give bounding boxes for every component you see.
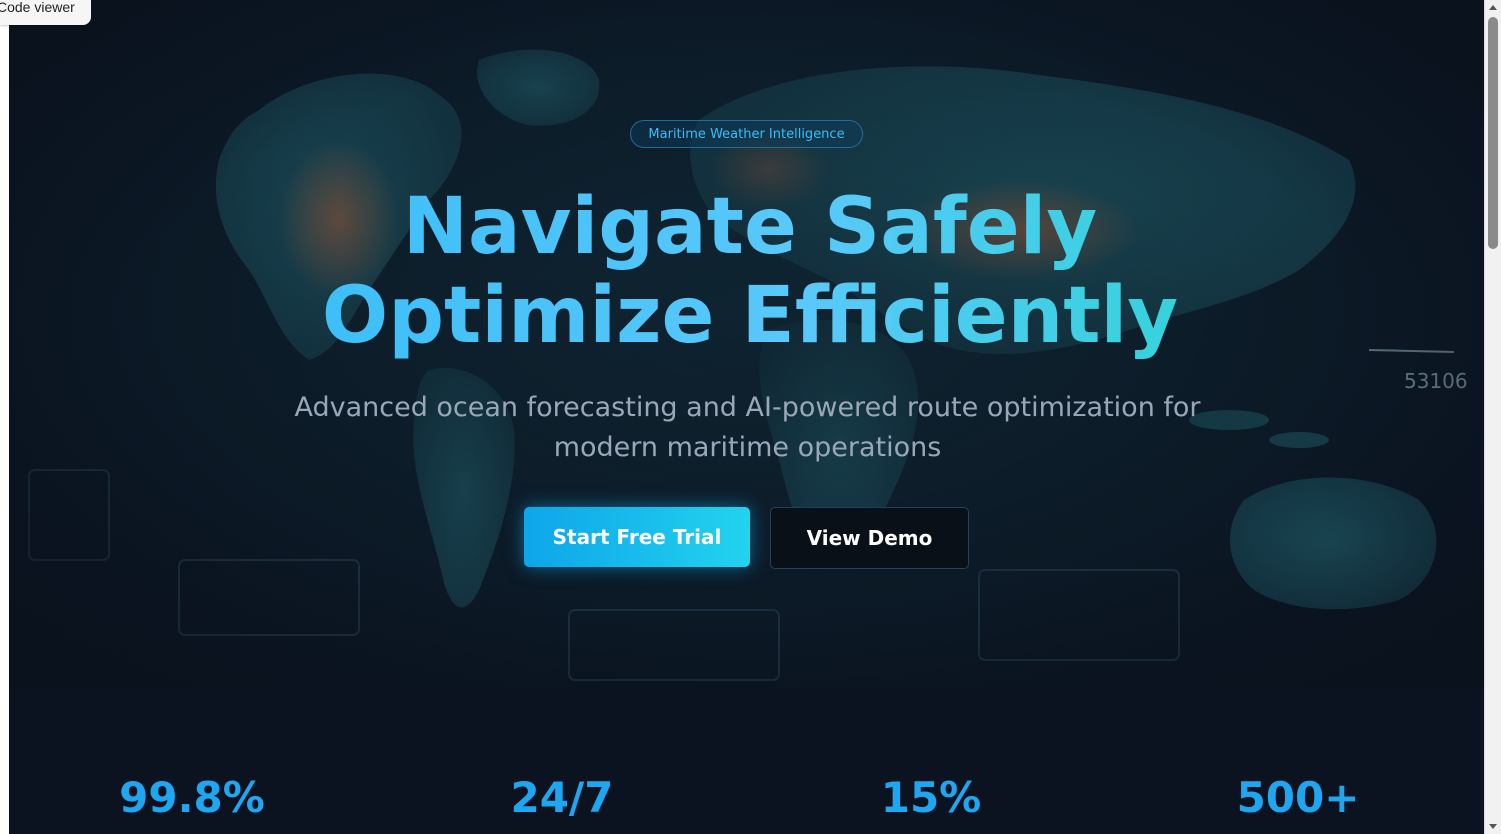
code-viewer-tab[interactable]: Code viewer (0, 0, 91, 25)
page: Code viewer Maritime Weather Intelligenc… (0, 0, 1501, 834)
start-free-trial-button[interactable]: Start Free Trial (524, 507, 750, 567)
vertical-scrollbar[interactable] (1484, 0, 1501, 834)
scrollbar-thumb[interactable] (1488, 17, 1498, 249)
stat-value-uptime: 99.8% (119, 773, 265, 822)
stat-value-vessels: 500+ (1236, 773, 1360, 822)
scroll-down-arrow-icon[interactable] (1489, 824, 1497, 829)
hero-subtitle: Advanced ocean forecasting and AI-powere… (294, 392, 1201, 463)
headline-line-2: Optimize Efficiently (230, 272, 1270, 360)
scroll-up-arrow-icon[interactable] (1489, 5, 1497, 10)
window-edge (0, 0, 9, 834)
code-viewer-tab-label: Code viewer (0, 0, 75, 15)
hero-badge: Maritime Weather Intelligence (630, 120, 863, 148)
stat-value-availability: 24/7 (510, 773, 614, 822)
headline-line-1: Navigate Safely (230, 183, 1270, 271)
view-demo-button[interactable]: View Demo (770, 507, 969, 569)
stat-value-savings: 15% (880, 773, 982, 822)
